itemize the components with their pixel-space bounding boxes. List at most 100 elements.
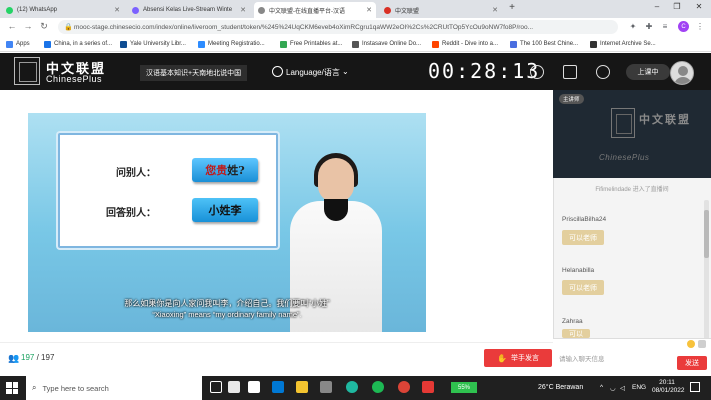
chat-scroll-thumb[interactable] <box>704 210 709 258</box>
globe-icon[interactable] <box>272 66 283 77</box>
mail-icon[interactable] <box>272 381 284 393</box>
tab-absensi[interactable]: Absensi Kelas Live-Stream Winte ✕ <box>128 2 250 18</box>
address-bar[interactable]: 🔒 mooc-stage.chinesecio.com/index/online… <box>58 20 618 34</box>
site-icon <box>280 40 287 48</box>
subtitle-en: “Xiaoxing” means “my ordinary family nam… <box>152 310 302 319</box>
bookmark-item[interactable]: The 100 Best Chine... <box>510 38 578 50</box>
apps-icon <box>6 40 13 48</box>
volume-icon[interactable]: ◁ <box>620 384 625 392</box>
windows-start-icon[interactable] <box>6 382 18 394</box>
bookmarks-bar: Apps China, in a series of... Yale Unive… <box>0 36 711 52</box>
lecture-video[interactable]: 问别人： 您 贵 姓 ? 回答别人： 小姓李 那么如果你是向人家问我叫李，介绍自… <box>28 113 426 332</box>
presenter-logo-en: ChinesePlus <box>599 153 650 162</box>
app-icon[interactable] <box>248 381 260 393</box>
store-icon[interactable] <box>320 381 332 393</box>
bookmark-apps[interactable]: Apps <box>6 38 30 50</box>
battery-indicator: 55% <box>451 382 477 393</box>
raise-hand-button[interactable]: ✋ 举手发言 <box>484 349 552 367</box>
user-avatar[interactable] <box>670 61 694 85</box>
bookmark-label: The 100 Best Chine... <box>520 41 579 47</box>
tab-whatsapp[interactable]: (12) WhatsApp ✕ <box>2 2 124 18</box>
audio-icon[interactable] <box>596 65 610 79</box>
reading-list-icon[interactable]: ≡ <box>660 22 670 31</box>
bookmark-item[interactable]: Free Printables at... <box>280 38 342 50</box>
spotify-icon[interactable] <box>372 381 384 393</box>
bookmark-item[interactable]: China, in a series of... <box>44 38 112 50</box>
close-icon[interactable]: ✕ <box>488 6 498 14</box>
weather-widget[interactable]: 26°C Berawan <box>538 384 583 391</box>
tab-title: Absensi Kelas Live-Stream Winte <box>143 7 233 13</box>
close-icon[interactable]: ✕ <box>110 6 120 14</box>
new-tab-button[interactable]: + <box>506 2 518 13</box>
maximize-icon[interactable]: ❐ <box>670 2 684 11</box>
tray-arrow-icon[interactable]: ^ <box>600 384 603 391</box>
browser-tab-strip: (12) WhatsApp ✕ Absensi Kelas Live-Strea… <box>0 0 711 18</box>
minimize-icon[interactable]: – <box>650 2 664 11</box>
class-status-button[interactable]: 上课中 <box>626 64 670 80</box>
chat-input[interactable]: 请输入聊天信息 <box>557 350 673 366</box>
subtitle-cn: 那么如果你是向人家问我叫李，介绍自己。我们要叫“小姓” <box>124 299 330 308</box>
tab-title: (12) WhatsApp <box>17 7 58 13</box>
chat-sender: Helanabilla <box>562 267 595 274</box>
search-placeholder: Type here to search <box>42 383 109 393</box>
edge-icon[interactable] <box>346 381 358 393</box>
url-text: mooc-stage.chinesecio.com/index/online/l… <box>74 23 534 31</box>
brand-name-en: ChinesePlus <box>46 74 103 84</box>
users-icon: 👥 <box>8 353 20 363</box>
site-icon <box>384 6 391 14</box>
char: 贵 <box>216 164 228 177</box>
speedometer-icon[interactable] <box>530 65 544 79</box>
taskbar-search[interactable]: ⌕ Type here to search <box>26 376 202 400</box>
bookmark-label: Internet Archive Se... <box>600 41 656 47</box>
puzzle-icon[interactable]: ✚ <box>644 22 654 31</box>
bookmark-item[interactable]: Yale University Libr... <box>120 38 186 50</box>
send-button[interactable]: 发送 <box>677 356 707 370</box>
bookmark-item[interactable]: Meeting Registratio... <box>198 38 265 50</box>
menu-icon[interactable]: ⋮ <box>695 22 705 31</box>
image-icon[interactable] <box>698 340 706 348</box>
app-icon[interactable] <box>228 381 240 393</box>
bookmark-item[interactable]: Reddit - Dive into a... <box>432 38 498 50</box>
emoji-icon[interactable] <box>687 340 695 348</box>
clock-date: 08/01/2022 <box>652 387 685 394</box>
close-window-icon[interactable]: ✕ <box>692 2 706 11</box>
char: 姓 <box>227 164 239 177</box>
close-icon[interactable]: ✕ <box>362 6 372 14</box>
file-explorer-icon[interactable] <box>296 381 308 393</box>
language-indicator[interactable]: ENG <box>632 384 646 391</box>
hand-icon: ✋ <box>497 353 507 363</box>
form-icon <box>132 6 139 14</box>
char: 您 <box>205 164 217 177</box>
app-icon[interactable] <box>422 381 434 393</box>
task-view-icon[interactable] <box>210 381 222 393</box>
char: ? <box>238 163 245 177</box>
site-icon <box>510 40 517 48</box>
chat-sender: PriscillaBilha24 <box>562 216 607 223</box>
back-icon[interactable]: ← <box>6 21 18 31</box>
presenter-logo-cn: 中文联盟 <box>639 114 691 126</box>
close-icon[interactable]: ✕ <box>236 6 246 14</box>
tab-chineseplus[interactable]: 中文联盟 ✕ <box>380 2 502 18</box>
wifi-icon[interactable]: ◡ <box>610 384 616 392</box>
chrome-icon[interactable] <box>398 381 410 393</box>
system-clock[interactable]: 20:11 08/01/2022 <box>652 379 685 395</box>
bookmark-label: Meeting Registratio... <box>208 41 265 47</box>
extension-icon[interactable]: ✦ <box>628 22 638 31</box>
screen-icon[interactable] <box>563 65 577 79</box>
bookmark-label: Instasave Online Do... <box>362 41 422 47</box>
course-title: 汉语基本知识+天南地北说中国 <box>140 65 248 81</box>
chevron-down-icon[interactable]: ⌄ <box>342 67 349 76</box>
reload-icon[interactable]: ↻ <box>38 21 50 32</box>
tab-title: 中文联盟-在线直播平台-汉语 <box>269 8 345 15</box>
site-icon <box>44 40 51 48</box>
tab-liveroom[interactable]: 中文联盟-在线直播平台-汉语 ✕ <box>254 2 376 18</box>
profile-avatar[interactable]: C <box>678 21 689 32</box>
notification-icon[interactable] <box>690 382 700 392</box>
language-selector[interactable]: Language/语言 <box>286 67 340 78</box>
bookmark-item[interactable]: Internet Archive Se... <box>590 38 656 50</box>
forward-icon[interactable]: → <box>22 21 34 31</box>
chat-sender: Zahraa <box>562 318 583 325</box>
whatsapp-icon <box>6 6 13 14</box>
bookmark-label: Apps <box>16 41 30 47</box>
bookmark-item[interactable]: Instasave Online Do... <box>352 38 421 50</box>
